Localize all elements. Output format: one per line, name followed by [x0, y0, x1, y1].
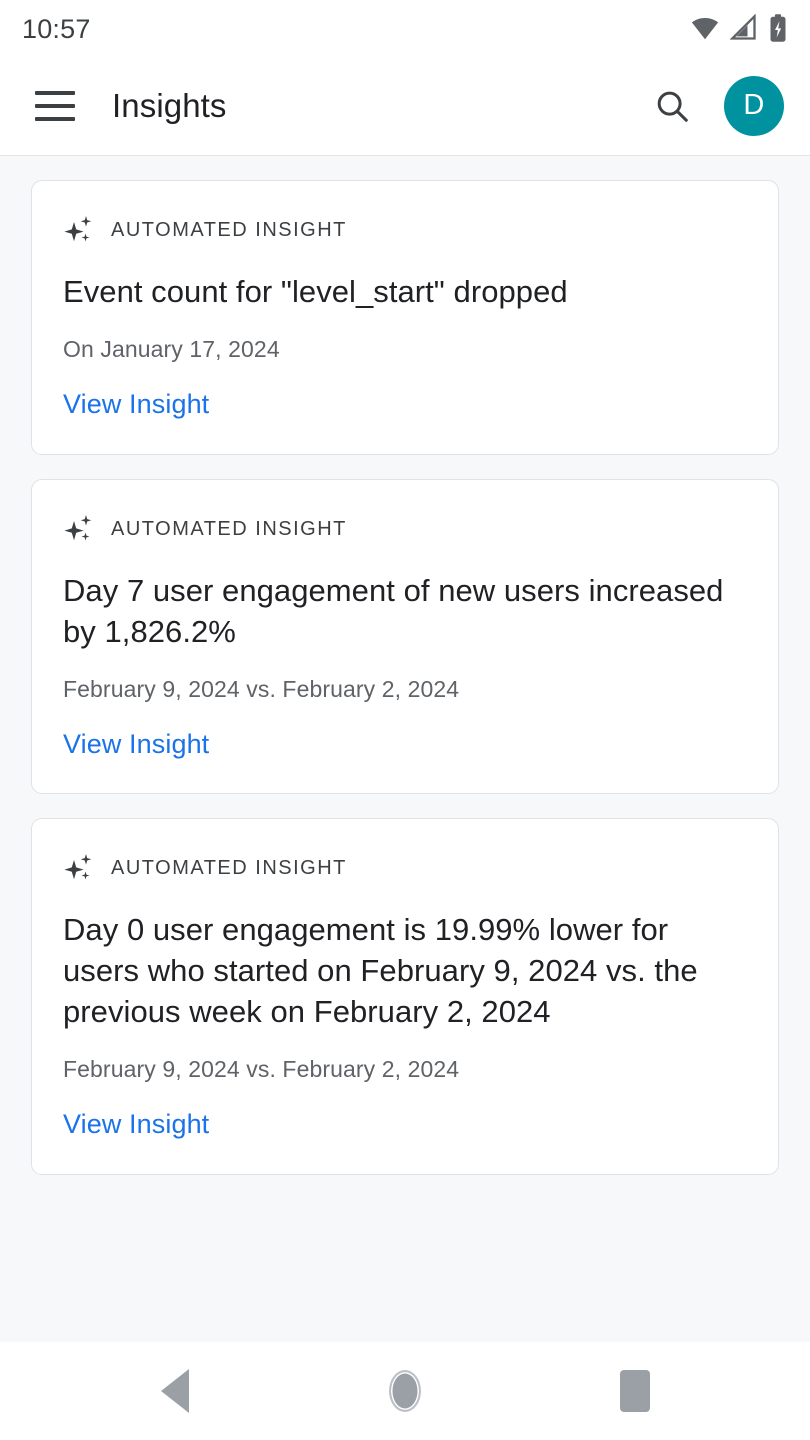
- sparkle-icon: [63, 214, 95, 246]
- sparkle-icon: [63, 852, 95, 884]
- insights-list[interactable]: AUTOMATED INSIGHT Event count for "level…: [0, 156, 810, 1342]
- status-bar: 10:57: [0, 0, 810, 56]
- menu-line: [35, 116, 75, 121]
- view-insight-link[interactable]: View Insight: [63, 1110, 209, 1140]
- avatar[interactable]: D: [724, 75, 784, 136]
- card-subtitle: February 9, 2024 vs. February 2, 2024: [63, 675, 460, 702]
- battery-charging-icon: [768, 13, 788, 43]
- home-button[interactable]: [360, 1356, 450, 1426]
- view-insight-link[interactable]: View Insight: [63, 389, 209, 420]
- card-kicker: AUTOMATED INSIGHT: [63, 852, 747, 884]
- page-title: Insights: [112, 86, 227, 124]
- view-insight-link[interactable]: View Insight: [63, 729, 209, 760]
- insight-card[interactable]: AUTOMATED INSIGHT Day 0 user engagement …: [31, 818, 779, 1176]
- card-kicker-label: AUTOMATED INSIGHT: [111, 517, 347, 540]
- card-kicker-label: AUTOMATED INSIGHT: [111, 857, 347, 880]
- app-bar: Insights D: [0, 56, 810, 156]
- recents-square-icon: [620, 1370, 650, 1412]
- menu-line: [35, 90, 75, 95]
- phone-screen: 10:57 Insights D AUTOMATED INSIGHT Event…: [0, 0, 810, 1440]
- back-triangle-icon: [161, 1369, 189, 1413]
- card-subtitle: February 9, 2024 vs. February 2, 2024: [63, 1056, 460, 1083]
- hamburger-menu-icon[interactable]: [28, 79, 82, 133]
- wifi-icon: [690, 13, 720, 43]
- recents-button[interactable]: [590, 1356, 680, 1426]
- menu-line: [35, 103, 75, 108]
- card-kicker: AUTOMATED INSIGHT: [63, 513, 747, 545]
- search-icon[interactable]: [644, 78, 700, 134]
- card-title: Day 0 user engagement is 19.99% lower fo…: [63, 912, 698, 1030]
- status-bar-clock: 10:57: [22, 13, 91, 44]
- card-kicker: AUTOMATED INSIGHT: [63, 214, 747, 246]
- insight-card[interactable]: AUTOMATED INSIGHT Day 7 user engagement …: [31, 478, 779, 795]
- card-subtitle: On January 17, 2024: [63, 336, 280, 362]
- card-title: Event count for "level_start" dropped: [63, 274, 568, 309]
- insight-card[interactable]: AUTOMATED INSIGHT Event count for "level…: [31, 180, 779, 455]
- status-bar-icons: [690, 13, 788, 43]
- card-kicker-label: AUTOMATED INSIGHT: [111, 219, 347, 241]
- android-navigation-bar: [0, 1342, 810, 1440]
- cellular-signal-icon: [730, 14, 758, 42]
- back-button[interactable]: [130, 1356, 220, 1426]
- home-circle-icon: [389, 1370, 421, 1412]
- card-title: Day 7 user engagement of new users incre…: [63, 572, 724, 649]
- sparkle-icon: [63, 513, 95, 545]
